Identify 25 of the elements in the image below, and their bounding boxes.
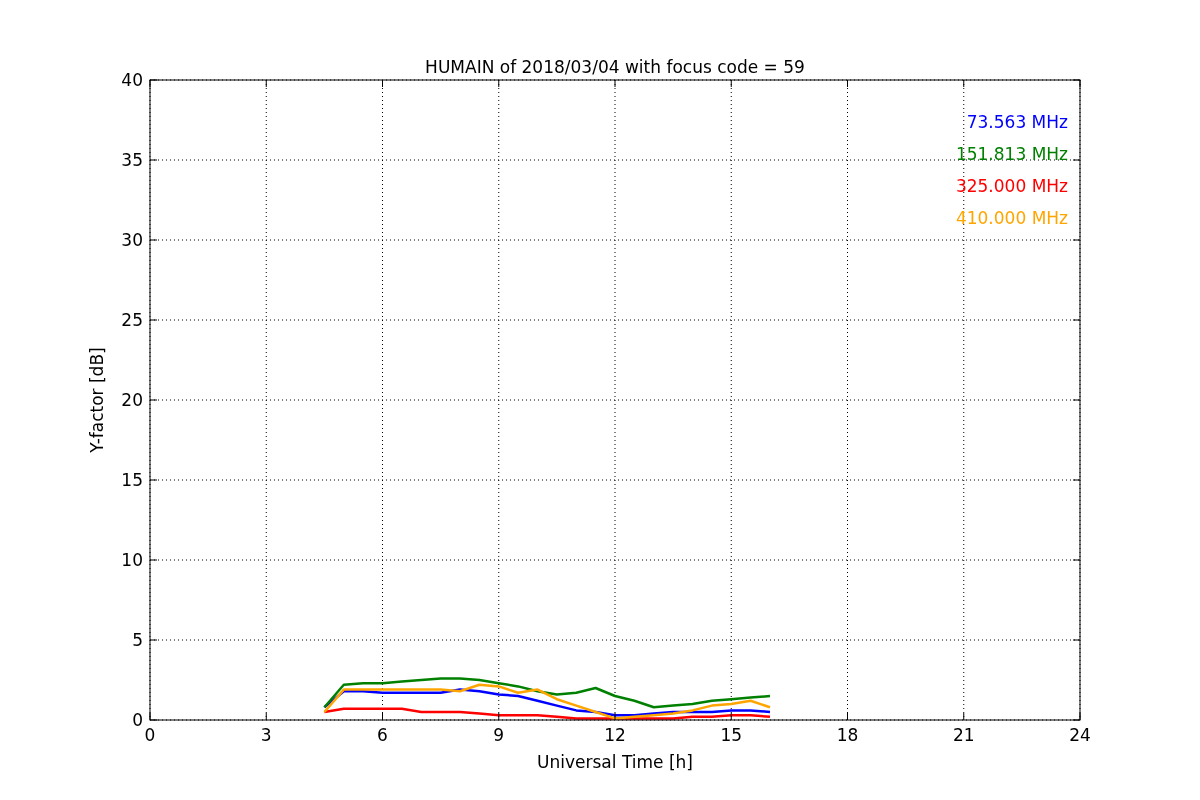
x-tick-label: 18 bbox=[836, 725, 859, 745]
y-tick-label: 30 bbox=[121, 230, 143, 250]
x-tick-label: 6 bbox=[377, 725, 388, 745]
legend-label: 410.000 MHz bbox=[955, 208, 1068, 228]
x-tick-label: 24 bbox=[1069, 725, 1091, 745]
x-tick-label: 9 bbox=[493, 725, 505, 745]
y-tick-label: 15 bbox=[121, 470, 143, 490]
x-tick-label: 12 bbox=[604, 725, 626, 745]
y-tick-label: 35 bbox=[121, 150, 143, 170]
x-tick-label: 0 bbox=[144, 725, 156, 745]
y-tick-label: 25 bbox=[121, 310, 143, 330]
chart-title: HUMAIN of 2018/03/04 with focus code = 59 bbox=[425, 57, 805, 77]
legend-label: 325.000 MHz bbox=[955, 176, 1068, 196]
y-tick-label: 20 bbox=[121, 390, 143, 410]
y-tick-label: 0 bbox=[132, 710, 143, 730]
y-tick-label: 5 bbox=[132, 630, 143, 650]
x-tick-label: 21 bbox=[952, 725, 975, 745]
x-axis-label: Universal Time [h] bbox=[537, 752, 693, 772]
y-tick-label: 10 bbox=[121, 550, 143, 570]
y-tick-label: 40 bbox=[121, 70, 143, 90]
x-tick-label: 3 bbox=[260, 725, 272, 745]
x-tick-label: 15 bbox=[720, 725, 743, 745]
y-axis-label: Y-factor [dB] bbox=[87, 347, 107, 453]
legend-label: 73.563 MHz bbox=[966, 112, 1068, 132]
legend-label: 151.813 MHz bbox=[955, 144, 1068, 164]
